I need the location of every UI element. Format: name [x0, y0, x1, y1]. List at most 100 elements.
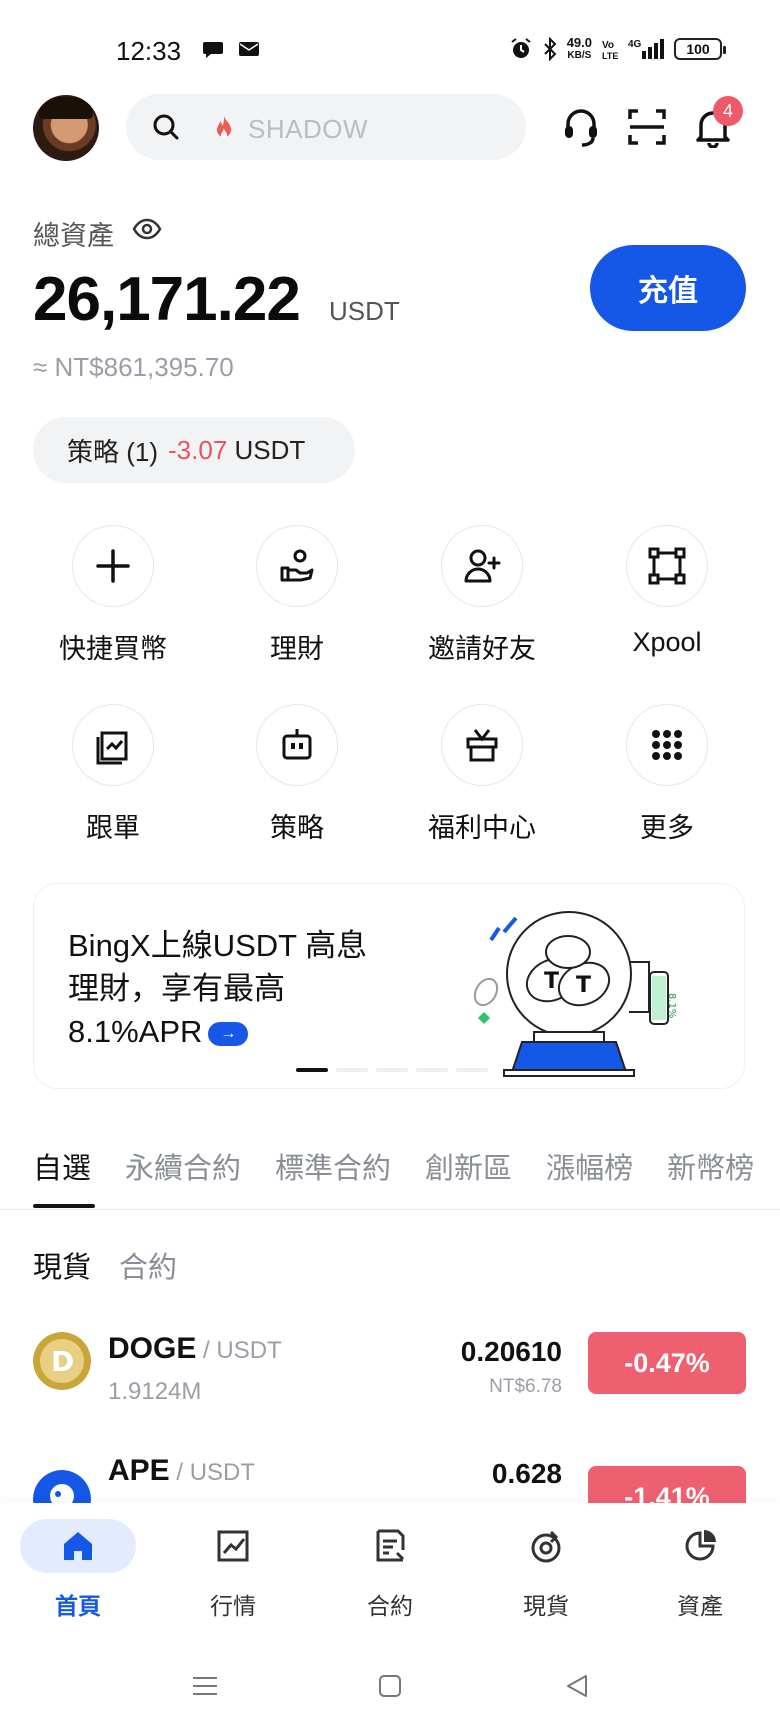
battery-indicator: 100	[674, 38, 726, 60]
search-icon	[153, 114, 179, 140]
strategy-pnl-unit: USDT	[234, 434, 306, 465]
shortcut-rewards[interactable]: 福利中心	[392, 704, 572, 845]
chat-bubble-icon	[203, 42, 223, 58]
shortcut-quick-buy[interactable]: 快捷買幣	[23, 525, 203, 666]
shortcut-label: 跟單	[86, 813, 140, 843]
tab-new-listings[interactable]: 新幣榜	[667, 1145, 754, 1187]
shortcut-label: 理財	[270, 634, 324, 664]
coin-pair: / USDT	[196, 1337, 282, 1364]
banner-text: BingX上線USDT 高息 理財，享有最高 8.1%APR →	[68, 928, 368, 1049]
back-triangle-icon[interactable]	[562, 1671, 592, 1701]
svg-text:4G: 4G	[628, 39, 642, 50]
ape-coin-icon	[33, 1470, 91, 1503]
coin-price: 0.20610	[460, 1336, 562, 1367]
shortcut-earn[interactable]: 理財	[207, 525, 387, 666]
deposit-button[interactable]: 充值	[590, 245, 746, 331]
hand-coin-icon	[280, 549, 314, 582]
xpool-icon	[648, 547, 686, 585]
support-headset-icon[interactable]	[560, 106, 602, 148]
nav-home[interactable]: 首頁	[18, 1519, 138, 1621]
total-assets-fiat: ≈ NT$861,395.70	[33, 352, 234, 382]
pagination-dot[interactable]	[416, 1068, 448, 1072]
spot-icon	[531, 1530, 561, 1563]
shortcut-label: 邀請好友	[428, 634, 536, 664]
mail-icon	[239, 42, 259, 56]
list-item[interactable]: D DOGE / USDT 1.9124M 0.20610 NT$6.78 -0…	[0, 1312, 780, 1422]
copy-trade-icon	[96, 731, 128, 765]
nav-market[interactable]: 行情	[173, 1519, 293, 1621]
list-item[interactable]: APE / USDT 0.628 -1.41%	[0, 1450, 780, 1503]
more-grid-icon	[652, 730, 682, 760]
svg-text:8.1%: 8.1%	[666, 993, 677, 1018]
coin-volume: 1.9124M	[108, 1378, 202, 1405]
tab-perpetual[interactable]: 永續合約	[125, 1145, 241, 1187]
coin-pair: / USDT	[169, 1459, 256, 1486]
plus-icon	[96, 549, 130, 583]
shortcut-label: 更多	[640, 813, 694, 843]
strategy-pnl-value: -3.07	[168, 434, 228, 465]
promo-banner[interactable]: BingX上線USDT 高息 理財，享有最高 8.1%APR → T T 8.1%	[33, 883, 745, 1089]
strategy-label: 策略 (1)	[67, 436, 159, 467]
search-placeholder: SHADOW	[248, 114, 368, 144]
system-navigation-bar	[0, 1633, 780, 1733]
shortcut-xpool[interactable]: Xpool	[577, 525, 757, 658]
robot-icon	[282, 729, 312, 760]
coin-fiat-price: NT$6.78	[489, 1376, 562, 1397]
home-square-icon[interactable]	[375, 1671, 405, 1701]
coin-change-badge[interactable]: -1.41%	[588, 1466, 746, 1503]
shortcut-label: 福利中心	[428, 813, 536, 843]
avatar[interactable]	[33, 95, 99, 161]
home-icon	[64, 1532, 92, 1560]
coin-change-badge[interactable]: -0.47%	[588, 1332, 746, 1394]
signal-4g-icon: 4G	[628, 39, 664, 59]
tabs-divider	[0, 1209, 780, 1210]
volte-icon: VoLTE	[602, 40, 618, 61]
tab-favorites[interactable]: 自選	[33, 1145, 91, 1187]
pagination-dot[interactable]	[376, 1068, 408, 1072]
subtab-spot[interactable]: 現貨	[33, 1244, 91, 1286]
search-bar[interactable]: SHADOW	[126, 94, 526, 160]
svg-text:T: T	[576, 973, 591, 998]
fire-icon	[217, 116, 231, 138]
shortcut-more[interactable]: 更多	[577, 704, 757, 845]
savings-machine-illustration: T T 8.1%	[473, 911, 677, 1077]
assets-pie-icon	[685, 1530, 716, 1561]
shortcut-label: 策略	[270, 813, 324, 843]
status-bar: 12:33 49.0 KB/S Vo LTE 4G 100	[0, 0, 780, 90]
menu-icon[interactable]	[190, 1671, 220, 1701]
nav-label: 首頁	[55, 1593, 101, 1619]
notification-badge: 4	[713, 96, 743, 126]
gift-icon	[466, 729, 498, 762]
nav-spot[interactable]: 現貨	[486, 1519, 606, 1621]
scan-icon[interactable]	[626, 106, 668, 148]
nav-label: 行情	[210, 1593, 256, 1619]
tab-innovation[interactable]: 創新區	[425, 1145, 512, 1187]
eye-icon[interactable]	[132, 216, 162, 242]
bluetooth-icon	[543, 37, 557, 61]
shortcut-strategy[interactable]: 策略	[207, 704, 387, 845]
status-notifications	[202, 40, 260, 60]
coin-symbol: DOGE	[108, 1332, 197, 1365]
contract-icon	[376, 1529, 405, 1562]
nav-assets[interactable]: 資產	[640, 1519, 760, 1621]
arrow-right-icon[interactable]: →	[208, 1021, 249, 1046]
bottom-navigation: 首頁 行情 合約 現貨 資產	[0, 1503, 780, 1633]
shortcut-copy-trade[interactable]: 跟單	[23, 704, 203, 845]
nav-label: 資產	[677, 1593, 723, 1619]
shortcut-invite[interactable]: 邀請好友	[392, 525, 572, 666]
tab-gainers[interactable]: 漲幅榜	[546, 1145, 633, 1187]
nav-label: 現貨	[523, 1593, 569, 1619]
nav-contract[interactable]: 合約	[330, 1519, 450, 1621]
shortcut-label: Xpool	[632, 627, 702, 657]
coin-price: 0.628	[491, 1458, 562, 1489]
active-tab-indicator	[33, 1204, 95, 1208]
strategy-pnl-pill[interactable]: 策略 (1) -3.07 USDT	[33, 417, 355, 483]
doge-coin-icon: D	[33, 1332, 91, 1390]
shortcut-label: 快捷買幣	[59, 634, 167, 664]
tab-standard-futures[interactable]: 標準合約	[275, 1145, 391, 1187]
pagination-dot[interactable]	[336, 1068, 368, 1072]
pagination-dot[interactable]	[296, 1068, 328, 1072]
subtab-futures[interactable]: 合約	[119, 1244, 177, 1286]
sub-tabs: 現貨 合約	[33, 1244, 177, 1286]
total-assets-value: 26,171.22	[33, 265, 301, 334]
